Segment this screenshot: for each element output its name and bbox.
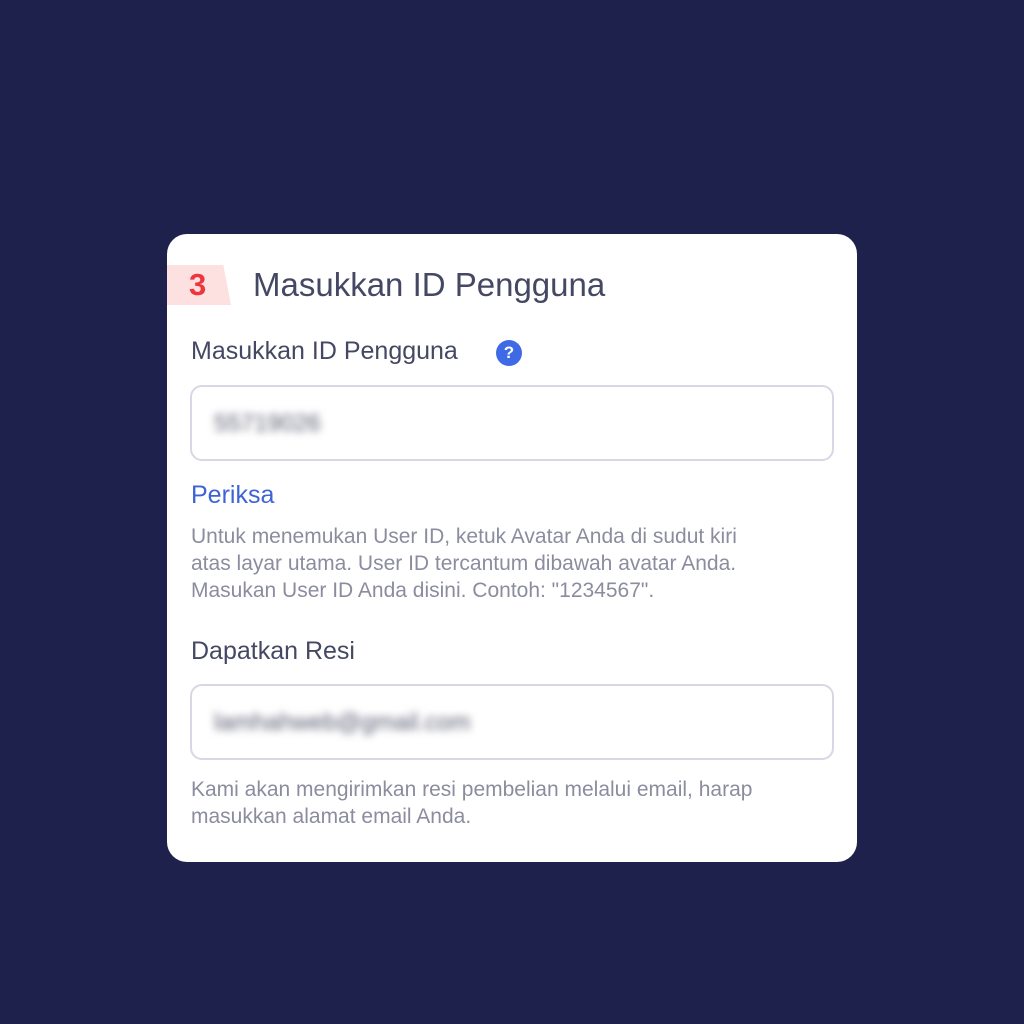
hint-line: Kami akan mengirimkan resi pembelian mel… xyxy=(191,778,753,801)
check-link[interactable]: Periksa xyxy=(191,479,274,511)
hint-line: masukkan alamat email Anda. xyxy=(191,805,472,828)
user-id-label: Masukkan ID Pengguna xyxy=(191,337,458,365)
step-badge: 3 xyxy=(167,265,231,305)
user-id-hint: Untuk menemukan User ID, ketuk Avatar An… xyxy=(191,523,841,604)
receipt-label: Dapatkan Resi xyxy=(191,637,355,665)
section-title: Masukkan ID Pengguna xyxy=(253,266,606,303)
email-hint: Kami akan mengirimkan resi pembelian mel… xyxy=(191,776,841,830)
email-value: lamhahweb@gmail.com xyxy=(214,709,471,736)
user-id-input[interactable]: 55719026 xyxy=(190,385,834,461)
question-mark-icon[interactable]: ? xyxy=(496,340,522,366)
step-number: 3 xyxy=(189,267,207,302)
hint-line: atas layar utama. User ID tercantum diba… xyxy=(191,552,737,575)
email-input[interactable]: lamhahweb@gmail.com xyxy=(190,684,834,760)
hint-line: Untuk menemukan User ID, ketuk Avatar An… xyxy=(191,525,737,548)
hint-line: Masukan User ID Anda disini. Contoh: "12… xyxy=(191,579,655,602)
user-id-card: 3 Masukkan ID Pengguna Masukkan ID Pengg… xyxy=(167,234,857,862)
user-id-value: 55719026 xyxy=(214,410,321,437)
